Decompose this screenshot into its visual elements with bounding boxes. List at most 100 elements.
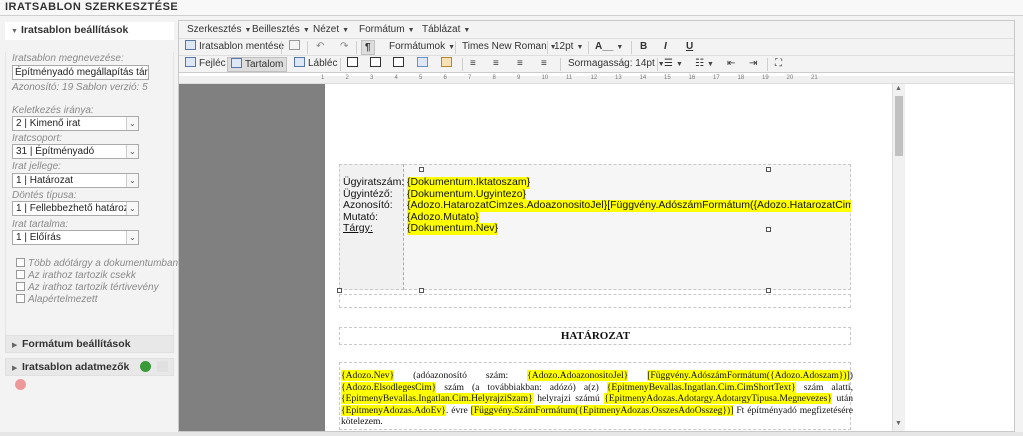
font-size-dropdown[interactable]: 12pt ▼ xyxy=(554,40,583,55)
placeholder-field[interactable]: [Függvény.AdószámFormátum({Adozo.Adoszam… xyxy=(647,370,850,381)
placeholder-field[interactable]: {Dokumentum.Nev} xyxy=(407,222,499,235)
ruler-tick: 4 xyxy=(394,75,398,81)
checkbox-icon xyxy=(16,294,25,303)
placeholder-field[interactable]: {EpitmenyBevallas.Ingatlan.Cim.CimShortT… xyxy=(606,381,796,393)
group-select[interactable]: 31 | Építményadó ⌄ xyxy=(12,144,139,159)
show-paragraph-marks-button[interactable]: ¶ xyxy=(361,40,375,55)
menu-formatum[interactable]: Formátum ▼ xyxy=(359,24,415,35)
save-template-button[interactable]: Iratsablon mentése xyxy=(185,40,284,55)
line-height-dropdown[interactable]: Sormagasság: 14pt ▼ xyxy=(568,57,665,72)
outdent-button[interactable]: ⇤ xyxy=(727,57,735,72)
save-icon-button[interactable] xyxy=(393,57,407,72)
numbered-list-icon: ☷ xyxy=(695,58,704,69)
align-justify-icon: ≡ xyxy=(541,58,547,69)
placeholder-field[interactable]: {Adozo.AdoazonositoJel} xyxy=(527,370,629,381)
italic-button[interactable]: I xyxy=(664,40,667,55)
align-center-button[interactable]: ≡ xyxy=(493,57,499,72)
ruler-tick: 6 xyxy=(443,75,447,81)
template-name-input[interactable]: Építményadó megállapítás tárgy é xyxy=(12,65,149,80)
panel-iratsablon-beallitasok-header[interactable]: ▼ Iratsablon beállítások xyxy=(5,22,174,40)
caret-down-icon: ▼ xyxy=(706,61,714,68)
fullscreen-button[interactable]: ⛶ xyxy=(775,57,782,72)
placeholder-field[interactable]: {Adozo.ElsodlegesCim} xyxy=(341,381,437,393)
chevron-down-icon: ⌄ xyxy=(126,117,138,130)
fullscreen-icon: ⛶ xyxy=(775,58,782,69)
preview-icon xyxy=(289,40,300,50)
edit-icon[interactable] xyxy=(157,361,169,372)
font-family-dropdown[interactable]: Times New Roman ▼ xyxy=(462,40,557,55)
resize-handle[interactable] xyxy=(419,167,424,172)
placeholder-field[interactable]: {Dokumentum.Iktatoszam} xyxy=(407,176,531,189)
document-page[interactable]: Ügyiratszám: {Dokumentum.Iktatoszam} Ügy… xyxy=(325,84,892,431)
formats-dropdown[interactable]: Formátumok ▼ xyxy=(389,40,455,55)
placeholder-field[interactable]: {EpitmenyAdozas.AdoEv} xyxy=(341,404,446,416)
ruler-tick: 8 xyxy=(492,75,496,81)
content-view-button[interactable]: Tartalom xyxy=(227,57,288,72)
menu-beillesztes[interactable]: Beillesztés ▼ xyxy=(252,24,310,35)
paste-button[interactable] xyxy=(441,57,455,72)
placeholder-field[interactable]: {Adozo.HatarozatCimzes.AdoazonositoJel}[… xyxy=(407,200,851,212)
spacer-block[interactable] xyxy=(339,294,851,308)
checkbox-alapertelmezett[interactable]: Alapértelmezett xyxy=(16,294,97,305)
nature-select[interactable]: 1 | Határozat ⌄ xyxy=(12,173,139,188)
document-title: HATÁROZAT xyxy=(560,330,631,342)
align-right-button[interactable]: ≡ xyxy=(517,57,523,72)
insert-image-button[interactable] xyxy=(347,57,361,72)
chevron-right-icon: ▶ xyxy=(12,342,18,349)
placeholder-field[interactable]: [Függvény.SzámFormátum({EpitmenyAdozas.O… xyxy=(470,404,734,416)
content-icon xyxy=(231,58,242,68)
preview-button[interactable] xyxy=(289,40,303,55)
ruler-tick: 7 xyxy=(468,75,472,81)
scroll-up-icon[interactable]: ▲ xyxy=(895,85,902,92)
caret-down-icon: ▼ xyxy=(576,44,584,51)
menu-szerkesztes[interactable]: Szerkesztés ▼ xyxy=(187,24,251,35)
checkbox-icon xyxy=(16,270,25,279)
add-icon[interactable] xyxy=(140,361,152,372)
direction-label: Keletkezés iránya: xyxy=(12,105,94,116)
numbered-list-button[interactable]: ☷ ▼ xyxy=(695,57,714,72)
scroll-down-icon[interactable]: ▼ xyxy=(895,420,902,427)
checkbox-tertiveveny[interactable]: Az irathoz tartozik tértivevény xyxy=(16,282,159,293)
checkbox-tobb-adotargy[interactable]: Több adótárgy a dokumentumban xyxy=(16,258,178,269)
panel-formatum-beallitasok-header[interactable]: ▶ Formátum beállítások xyxy=(5,335,174,353)
align-justify-button[interactable]: ≡ xyxy=(541,57,547,72)
remove-icon[interactable] xyxy=(15,379,26,390)
bullet-list-button[interactable]: ☰ ▼ xyxy=(664,57,683,72)
status-bar xyxy=(0,432,1023,436)
footer-view-button[interactable]: Lábléc xyxy=(294,57,337,72)
resize-handle[interactable] xyxy=(766,167,771,172)
align-left-button[interactable]: ≡ xyxy=(470,57,476,72)
vertical-scrollbar[interactable]: ▲ ▼ xyxy=(892,84,905,431)
direction-select[interactable]: 2 | Kimenő irat ⌄ xyxy=(12,116,139,131)
ruler-tick: 18 xyxy=(737,75,745,81)
chevron-down-icon: ▼ xyxy=(11,28,18,35)
indent-button[interactable]: ⇥ xyxy=(749,57,757,72)
content-select[interactable]: 1 | Előírás ⌄ xyxy=(12,230,139,245)
copy-button[interactable] xyxy=(417,57,431,72)
placeholder-field[interactable]: {Dokumentum.Ugyintezo} xyxy=(407,188,527,200)
chevron-right-icon: ▶ xyxy=(12,365,18,372)
resize-handle[interactable] xyxy=(766,288,771,293)
bold-button[interactable]: B xyxy=(640,40,647,55)
redo-button[interactable]: ↷ xyxy=(340,40,348,55)
panel-adatmezok-header[interactable]: ▶ Iratsablon adatmezők xyxy=(5,358,174,390)
placeholder-field[interactable]: {EpitmenyBevallas.Ingatlan.Cim.Helyrajzi… xyxy=(341,393,533,405)
checkbox-csekk[interactable]: Az irathoz tartozik csekk xyxy=(16,270,136,281)
font-color-dropdown[interactable]: A__ ▼ xyxy=(595,40,623,55)
resize-handle[interactable] xyxy=(419,288,424,293)
resize-handle[interactable] xyxy=(337,288,342,293)
caret-down-icon: ▼ xyxy=(463,27,471,34)
placeholder-field[interactable]: {EpitmenyAdozas.Adotargy.AdotargyTipusa.… xyxy=(604,393,832,405)
body-text-run: helyrajzi számú xyxy=(532,393,605,405)
placeholder-field[interactable]: {Adozo.Nev} xyxy=(341,370,395,381)
underline-button[interactable]: U xyxy=(686,40,693,55)
menu-tablazat[interactable]: Táblázat ▼ xyxy=(422,24,470,35)
undo-button[interactable]: ↶ xyxy=(316,40,324,55)
ruler-tick: 12 xyxy=(590,75,598,81)
decision-select[interactable]: 1 | Fellebbezhető határozat/v ⌄ xyxy=(12,201,139,216)
insert-table-button[interactable] xyxy=(370,57,384,72)
settings-panel-body: Iratsablon megnevezése: Építményadó megá… xyxy=(5,52,178,346)
header-view-button[interactable]: Fejléc xyxy=(185,57,226,72)
scrollbar-thumb[interactable] xyxy=(895,96,903,156)
menu-nezet[interactable]: Nézet ▼ xyxy=(313,24,349,35)
